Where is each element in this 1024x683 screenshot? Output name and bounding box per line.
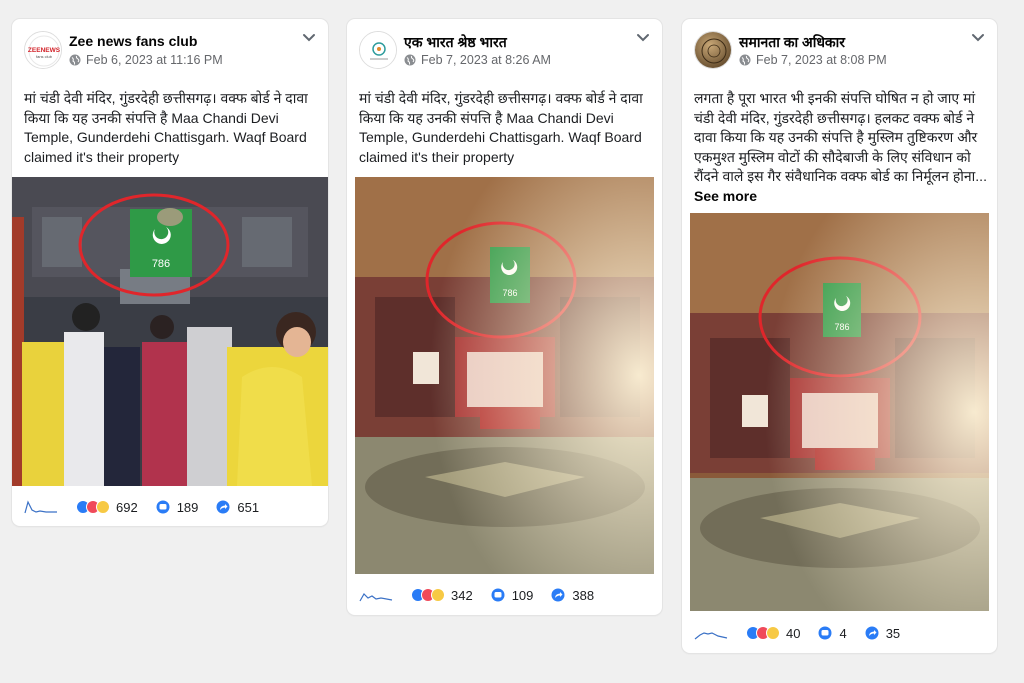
post-body: मां चंडी देवी मंदिर, गुंडरदेही छत्तीसगढ़… (24, 90, 308, 165)
timestamp[interactable]: Feb 6, 2023 at 11:16 PM (86, 53, 223, 67)
post-text: मां चंडी देवी मंदिर, गुंडरदेही छत्तीसगढ़… (24, 89, 318, 167)
comment-count[interactable]: 4 (839, 626, 846, 641)
chevron-down-icon[interactable] (302, 33, 316, 43)
post-text: मां चंडी देवी मंदिर, गुंडरदेही छत्तीसगढ़… (359, 89, 652, 167)
post-photo[interactable]: 786 (690, 213, 989, 611)
sparkline-icon (694, 632, 728, 640)
post-card: ZEENEWS fans club Zee news fans club Feb… (12, 19, 328, 526)
post-footer: 40 4 35 (694, 623, 985, 643)
chevron-down-icon[interactable] (636, 33, 650, 43)
comment-icon (818, 626, 832, 640)
share-icon (216, 500, 230, 514)
share-count[interactable]: 388 (572, 588, 594, 603)
page-name[interactable]: एक भारत श्रेष्ठ भारत (404, 33, 507, 52)
share-count[interactable]: 35 (886, 626, 900, 641)
avatar[interactable]: ZEENEWS fans club (24, 31, 62, 69)
post-photo[interactable]: 786 (12, 177, 328, 486)
globe-icon (69, 54, 81, 66)
see-more-link[interactable]: See more (694, 188, 757, 204)
share-icon (551, 588, 565, 602)
haha-icon (431, 588, 445, 602)
post-card: समानता का अधिकार Feb 7, 2023 at 8:08 PM … (682, 19, 997, 653)
flag-text: 786 (152, 258, 170, 270)
comment-count[interactable]: 189 (177, 500, 199, 515)
post-text: लगता है पूरा भारत भी इनकी संपत्ति घोषित … (694, 89, 987, 206)
reaction-count[interactable]: 40 (786, 626, 800, 641)
reaction-icons[interactable] (411, 588, 445, 602)
globe-icon (404, 54, 416, 66)
avatar[interactable] (694, 31, 732, 69)
post-body: लगता है पूरा भारत भी इनकी संपत्ति घोषित … (694, 90, 987, 184)
sparkline-icon (24, 500, 57, 514)
page-name[interactable]: समानता का अधिकार (739, 33, 845, 52)
post-photo[interactable]: 786 (355, 177, 654, 574)
comment-count[interactable]: 109 (512, 588, 534, 603)
chevron-down-icon[interactable] (971, 33, 985, 43)
share-icon (865, 626, 879, 640)
avatar[interactable] (359, 31, 397, 69)
reaction-count[interactable]: 342 (451, 588, 473, 603)
globe-icon (739, 54, 751, 66)
post-meta: Feb 6, 2023 at 11:16 PM (69, 53, 223, 67)
comment-icon (156, 500, 170, 514)
reaction-icons[interactable] (746, 626, 780, 640)
avatar-logo-text: ZEENEWS (28, 47, 61, 54)
post-meta: Feb 7, 2023 at 8:08 PM (739, 53, 887, 67)
page-name[interactable]: Zee news fans club (69, 33, 197, 49)
reaction-count[interactable]: 692 (116, 500, 138, 515)
sparkline-icon (359, 593, 393, 602)
haha-icon (766, 626, 780, 640)
timestamp[interactable]: Feb 7, 2023 at 8:08 PM (756, 53, 887, 67)
post-meta: Feb 7, 2023 at 8:26 AM (404, 53, 551, 67)
reaction-icons[interactable] (76, 500, 110, 514)
haha-icon (96, 500, 110, 514)
post-footer: 692 189 651 (24, 497, 316, 517)
share-count[interactable]: 651 (237, 500, 259, 515)
post-body: मां चंडी देवी मंदिर, गुंडरदेही छत्तीसगढ़… (359, 90, 643, 165)
comment-icon (491, 588, 505, 602)
post-card: एक भारत श्रेष्ठ भारत Feb 7, 2023 at 8:26… (347, 19, 662, 615)
post-footer: 342 109 388 (359, 585, 650, 605)
avatar-logo-subtext: fans club (36, 54, 53, 59)
timestamp[interactable]: Feb 7, 2023 at 8:26 AM (421, 53, 551, 67)
